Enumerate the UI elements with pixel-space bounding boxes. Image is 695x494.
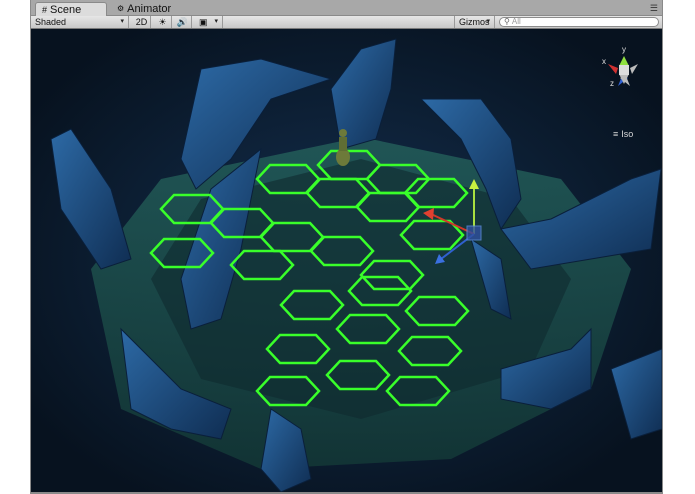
gizmo-y-label: y [622, 45, 626, 54]
projection-label: Iso [621, 129, 634, 139]
tab-animator[interactable]: ⚙ Animator [111, 2, 191, 16]
effects-dropdown[interactable]: ▣ ▾ [195, 16, 223, 28]
scene-window: # Scene ⚙ Animator ☰ Shaded ▾ 2D ☀ 🔊 ▣ ▾… [30, 0, 663, 494]
chevron-down-icon: ▾ [486, 18, 490, 25]
gizmo-x-label: x [602, 57, 606, 66]
audio-toggle[interactable]: 🔊 [174, 16, 192, 28]
tab-animator-label: Animator [127, 3, 172, 15]
chevron-down-icon: ▾ [120, 18, 124, 25]
mode-2d-button[interactable]: 2D [133, 16, 151, 28]
tab-scene-label: Scene [50, 3, 82, 16]
speaker-icon: 🔊 [176, 17, 189, 27]
draw-mode-dropdown[interactable]: Shaded ▾ [31, 16, 129, 28]
scene-grid-icon: # [42, 4, 48, 15]
gizmo-z-label: z [610, 79, 614, 88]
scene-viewport[interactable]: x y z ≡ Iso [31, 29, 662, 492]
search-input[interactable]: ⚲ All [499, 17, 659, 27]
gizmos-label: Gizmos [459, 17, 490, 27]
lighting-toggle[interactable]: ☀ [154, 16, 172, 28]
tab-menu-icon[interactable]: ☰ [650, 3, 658, 14]
tab-scene[interactable]: # Scene [35, 2, 107, 16]
scene-toolbar: Shaded ▾ 2D ☀ 🔊 ▣ ▾ Gizmos ▾ ⚲ All [31, 16, 662, 29]
mode-2d-label: 2D [135, 17, 148, 27]
scene-render: x y z [31, 29, 662, 492]
gizmos-dropdown[interactable]: Gizmos ▾ [454, 16, 495, 28]
draw-mode-label: Shaded [35, 17, 67, 27]
search-placeholder: All [511, 17, 521, 26]
animator-icon: ⚙ [117, 4, 125, 13]
sun-icon: ☀ [158, 17, 167, 27]
projection-toggle[interactable]: ≡ Iso [613, 129, 633, 139]
search-icon: ⚲ [504, 17, 510, 26]
chevron-down-icon: ▾ [214, 18, 218, 25]
image-icon: ▣ [199, 17, 208, 27]
tab-bar: # Scene ⚙ Animator ☰ [31, 0, 662, 16]
menu-lines-icon: ≡ [613, 129, 619, 139]
